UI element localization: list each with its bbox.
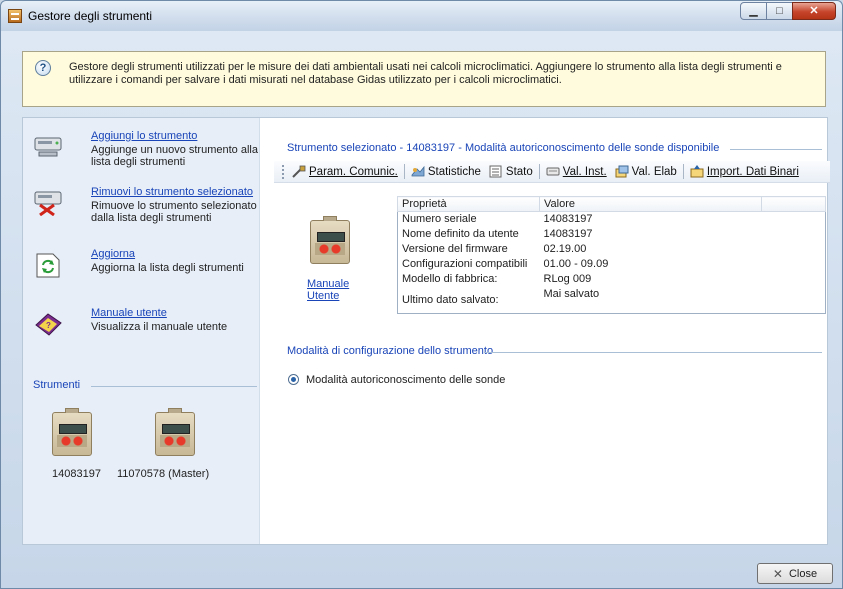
table-row[interactable]: Configurazioni compatibili 01.00 - 09.09: [398, 257, 826, 272]
table-row[interactable]: Nome definito da utente 14083197: [398, 227, 826, 242]
auto-recognition-label[interactable]: Modalità autoriconoscimento delle sonde: [306, 374, 505, 386]
param-comunic-button[interactable]: Param. Comunic.: [288, 165, 402, 178]
param-comunic-label: Param. Comunic.: [309, 165, 398, 178]
table-row[interactable]: Numero seriale 14083197: [398, 212, 826, 227]
selected-instrument-title: Strumento selezionato - 14083197 - Modal…: [287, 142, 720, 154]
config-section-divider: [484, 352, 822, 353]
toolbar-separator: [682, 164, 684, 179]
minimize-button[interactable]: ▁: [740, 2, 767, 20]
val-inst-button[interactable]: Val. Inst.: [542, 165, 611, 178]
plug-icon: [292, 165, 306, 178]
status-icon: [489, 165, 502, 178]
property-name: Modello di fabbrica:: [402, 273, 498, 285]
add-device-icon: [34, 137, 62, 157]
statistics-icon: [411, 165, 425, 177]
close-icon: ✕: [772, 566, 783, 581]
elaborated-values-icon: [615, 165, 629, 178]
instrument-manager-window: Gestore degli strumenti ▁ □ ✕ ? Gestore …: [0, 0, 843, 589]
selected-section-divider: [730, 149, 822, 150]
add-instrument-link[interactable]: Aggiungi lo strumento: [91, 130, 197, 142]
main-content: Aggiungi lo strumento Aggiunge un nuovo …: [22, 117, 830, 545]
property-value: 14083197: [543, 228, 593, 240]
device-icon: [155, 408, 195, 456]
statistiche-button[interactable]: Statistiche: [407, 165, 485, 178]
import-binary-button[interactable]: Import. Dati Binari: [686, 165, 803, 178]
column-header-value[interactable]: Valore: [539, 196, 762, 212]
property-value: 14083197: [543, 213, 593, 226]
table-row[interactable]: Ultimo dato salvato: Mai salvato: [398, 287, 826, 314]
remove-instrument-desc: Rimuove lo strumento selezionato dalla l…: [91, 200, 257, 224]
user-manual-link[interactable]: Manuale utente: [91, 307, 167, 319]
instruments-section-divider: [91, 386, 257, 387]
svg-text:?: ?: [46, 321, 51, 330]
val-elab-label: Val. Elab: [631, 165, 677, 178]
title-bar[interactable]: Gestore degli strumenti ▁ □ ✕: [1, 1, 842, 31]
add-instrument-desc: Aggiunge un nuovo strumento alla lista d…: [91, 144, 258, 168]
import-binary-label: Import. Dati Binari: [706, 165, 799, 178]
info-box: ? Gestore degli strumenti utilizzati per…: [22, 51, 826, 107]
close-window-button[interactable]: ✕: [792, 2, 836, 20]
properties-header-row: Proprietà Valore: [397, 196, 826, 212]
val-elab-button[interactable]: Val. Elab: [611, 165, 681, 178]
app-icon: [8, 9, 22, 23]
instruments-section-label: Strumenti: [33, 379, 81, 391]
refresh-desc: Aggiorna la lista degli strumenti: [91, 262, 244, 274]
instant-values-icon: [546, 167, 560, 176]
property-value: 02.19.00: [543, 243, 587, 255]
toolbar: Param. Comunic. Statistiche Stato Val. I…: [274, 161, 830, 183]
user-manual-desc: Visualizza il manuale utente: [91, 321, 228, 333]
maximize-button[interactable]: □: [766, 2, 793, 20]
property-name: Ultimo dato salvato:: [402, 293, 499, 306]
stato-button[interactable]: Stato: [485, 165, 537, 178]
instrument-label: 14083197: [52, 468, 101, 480]
device-icon: [52, 408, 92, 456]
manual-icon: ?: [35, 313, 62, 336]
toolbar-grip[interactable]: [282, 164, 284, 179]
table-row[interactable]: Versione del firmware 02.19.00: [398, 242, 826, 257]
remove-instrument-link[interactable]: Rimuovi lo strumento selezionato: [91, 186, 253, 198]
statistiche-label: Statistiche: [427, 165, 481, 178]
property-name: Numero seriale: [402, 213, 477, 226]
toolbar-separator: [403, 164, 405, 179]
actions-pane: Aggiungi lo strumento Aggiunge un nuovo …: [23, 118, 260, 544]
property-name: Versione del firmware: [402, 243, 508, 255]
val-inst-label: Val. Inst.: [562, 165, 607, 178]
close-button-label: Close: [788, 567, 818, 580]
toolbar-separator: [538, 164, 540, 179]
window-title: Gestore degli strumenti: [28, 9, 153, 23]
info-text: Gestore degli strumenti utilizzati per l…: [69, 61, 782, 86]
refresh-icon: [36, 253, 60, 278]
manual-utente-link[interactable]: Manuale Utente: [307, 278, 357, 302]
properties-table: Proprietà Valore Numero seriale 14083197 …: [397, 196, 826, 314]
refresh-link[interactable]: Aggiorna: [91, 248, 135, 260]
remove-device-icon: [34, 191, 62, 216]
import-icon: [690, 165, 704, 178]
column-header-property[interactable]: Proprietà: [397, 196, 540, 212]
auto-recognition-radio[interactable]: [288, 374, 299, 385]
selected-device-icon: [310, 216, 350, 264]
window-controls: ▁ □ ✕: [740, 2, 836, 20]
property-value: RLog 009: [543, 273, 592, 285]
config-section-label: Modalità di configurazione dello strumen…: [287, 345, 494, 357]
property-name: Nome definito da utente: [402, 228, 519, 240]
property-value: 01.00 - 09.09: [543, 258, 609, 270]
help-icon: ?: [35, 60, 51, 76]
stato-label: Stato: [505, 165, 533, 178]
column-header-empty: [761, 196, 826, 212]
table-row[interactable]: Modello di fabbrica: RLog 009: [398, 272, 826, 287]
close-button[interactable]: ✕ Close: [757, 563, 833, 584]
instrument-label: 11070578 (Master): [117, 468, 210, 480]
property-value: Mai salvato: [543, 287, 600, 300]
property-name: Configurazioni compatibili: [402, 258, 528, 270]
